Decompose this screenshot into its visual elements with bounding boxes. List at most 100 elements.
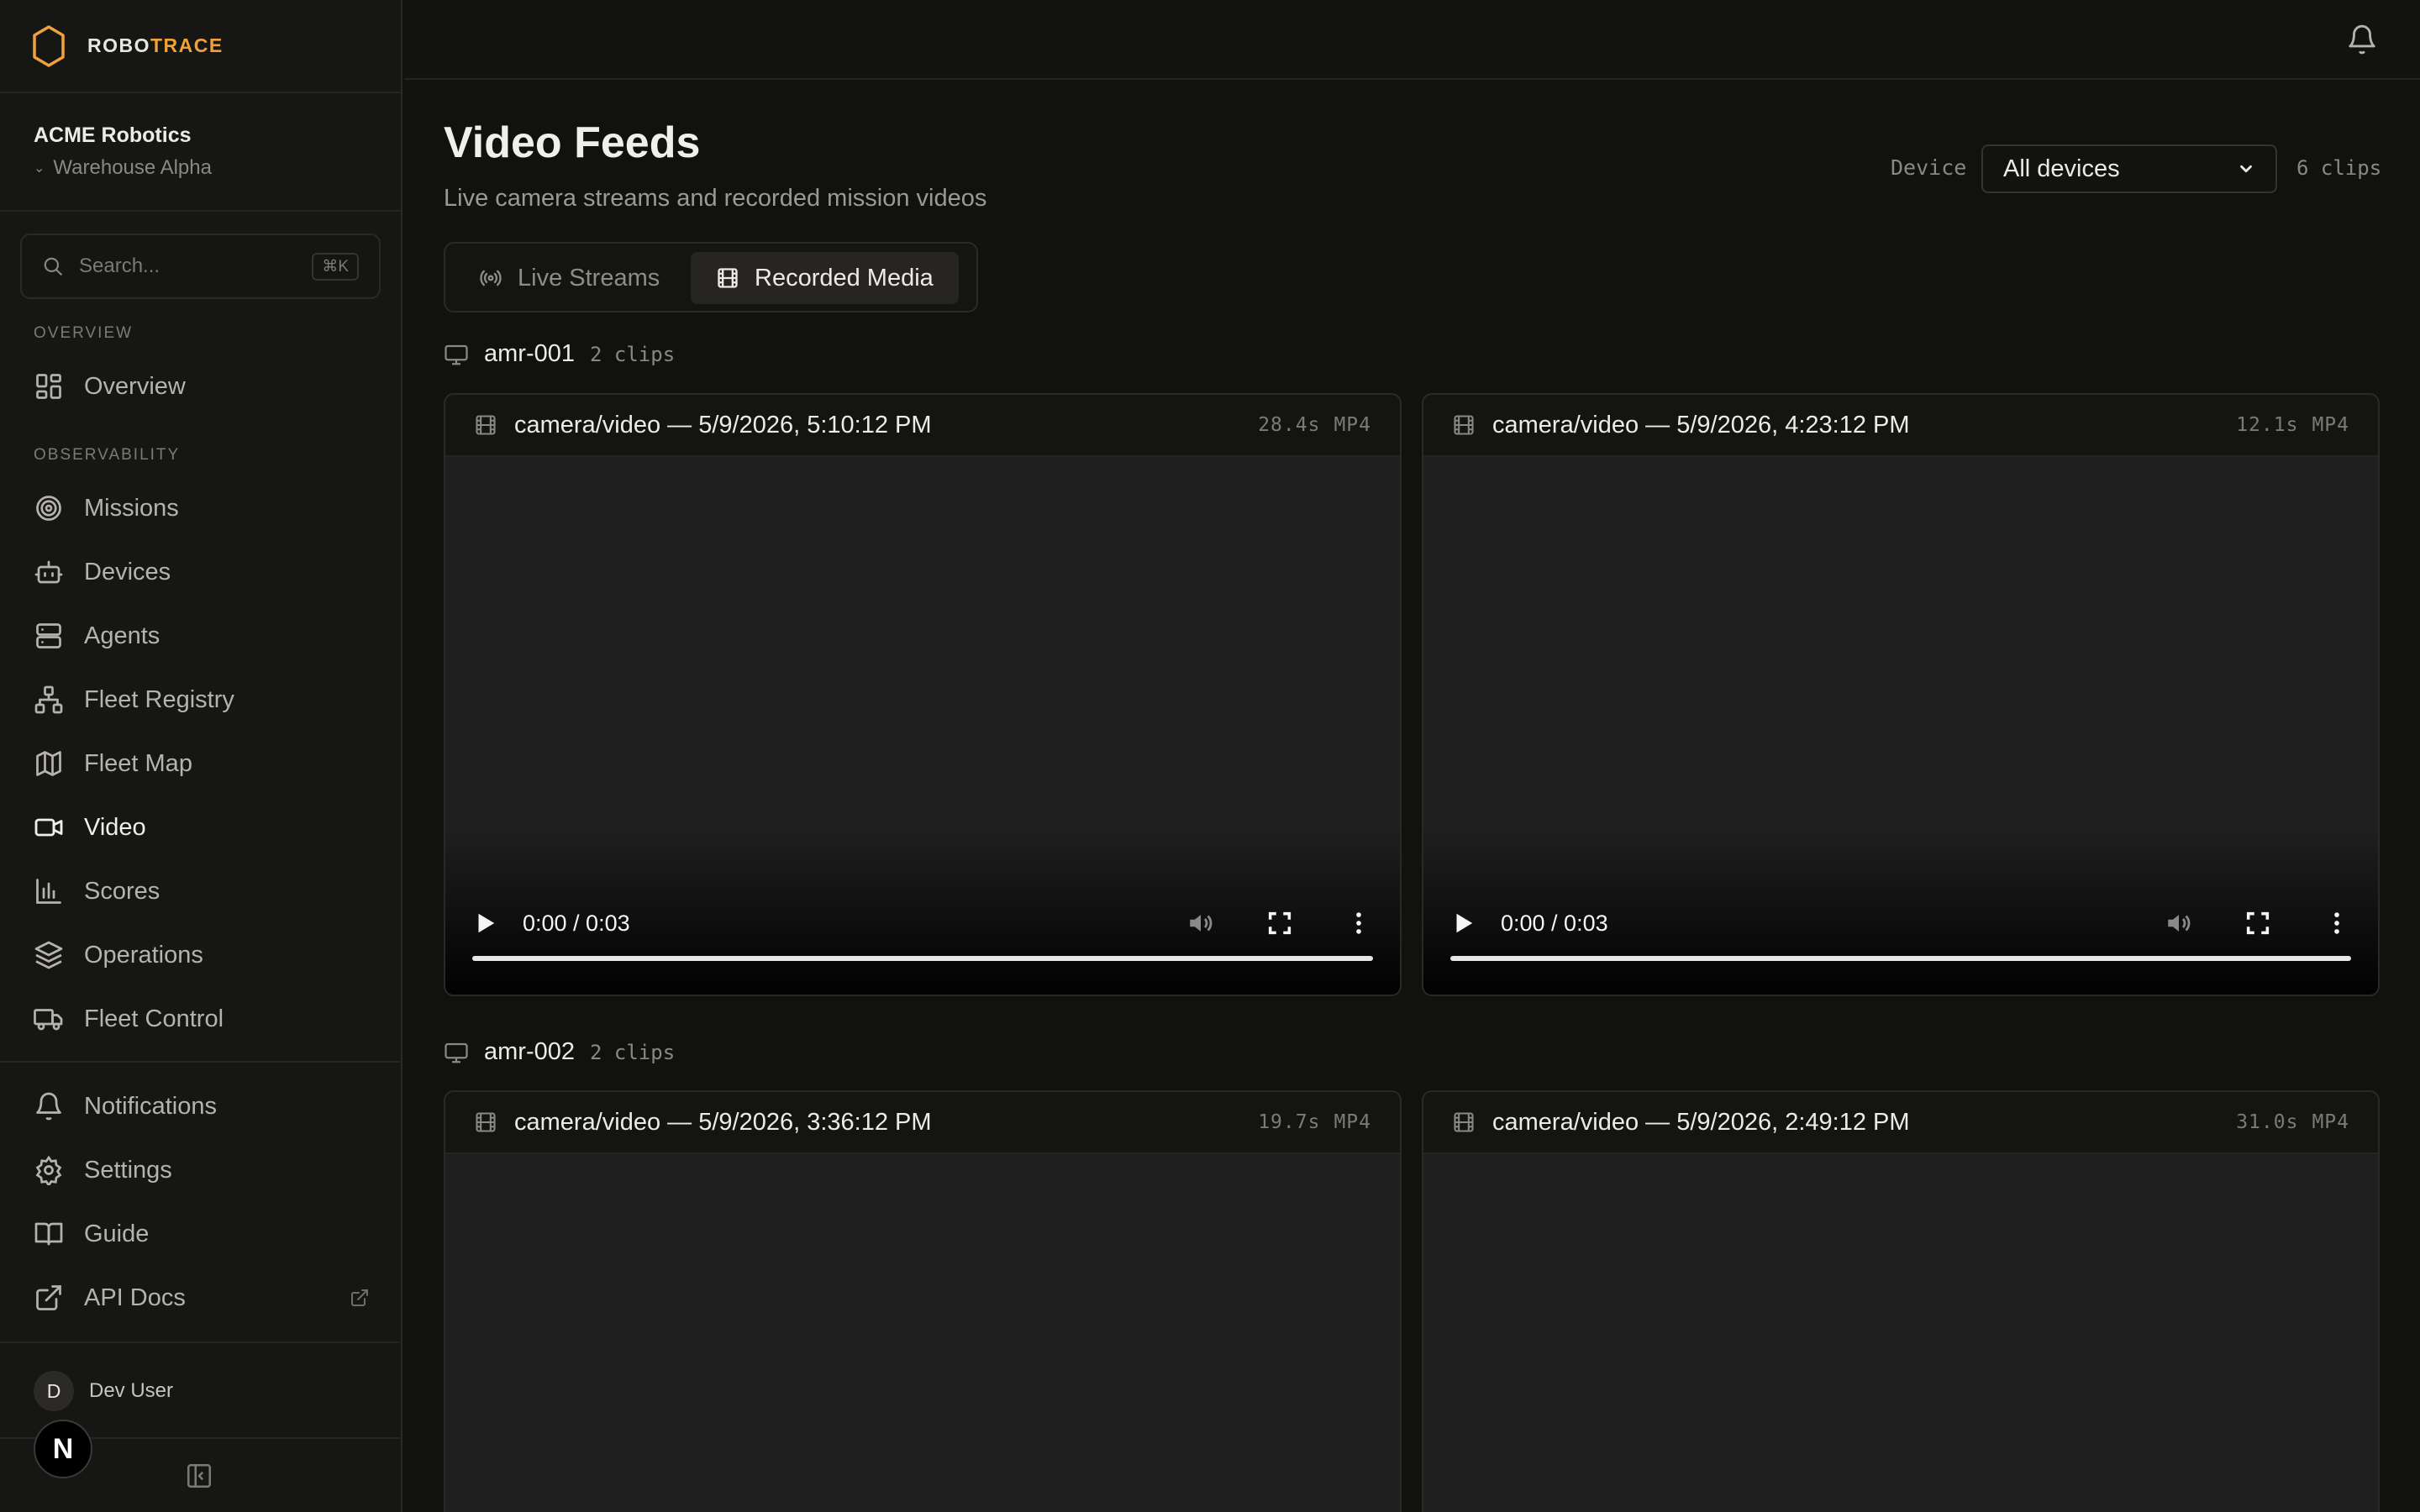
video-player[interactable]: 0:00 / 0:03 [1423, 457, 2378, 995]
sidebar-item-guide[interactable]: Guide [34, 1209, 370, 1259]
film-icon [718, 268, 738, 288]
sidebar-item-fleet-registry[interactable]: Fleet Registry [34, 675, 370, 725]
search-input[interactable]: Search... ⌘K [20, 234, 381, 299]
user-name: Dev User [89, 1379, 174, 1402]
broadcast-icon [480, 270, 502, 286]
mute-button[interactable] [2165, 909, 2193, 937]
org-switcher[interactable]: ACME Robotics ⌄ Warehouse Alpha [0, 93, 401, 212]
film-icon [476, 1112, 496, 1132]
external-link-icon [351, 1289, 368, 1306]
sidebar-item-label: Fleet Registry [84, 685, 234, 713]
volume-icon [1190, 915, 1213, 932]
clip-header: camera/video — 5/9/2026, 5:10:12 PM 28.4… [445, 395, 1400, 457]
clip-format: MP4 [2312, 414, 2349, 436]
avatar: D [34, 1371, 74, 1411]
sidebar-item-notifications[interactable]: Notifications [34, 1081, 370, 1131]
sidebar-item-fleet-control[interactable]: Fleet Control [34, 994, 370, 1044]
sidebar-item-missions[interactable]: Missions [34, 483, 370, 533]
sidebar-item-label: API Docs [84, 1284, 186, 1311]
book-icon [34, 1222, 63, 1246]
video-player[interactable] [1423, 1154, 2378, 1512]
dev-tools-badge[interactable]: N [34, 1420, 92, 1478]
section-label-overview: OVERVIEW [34, 324, 134, 342]
sidebar-item-label: Fleet Map [84, 749, 192, 777]
video-controls-right [2114, 909, 2351, 937]
robot-icon [34, 560, 63, 584]
search-shortcut: ⌘K [312, 252, 359, 281]
video-player[interactable]: 0:00 / 0:03 [445, 457, 1400, 995]
play-icon[interactable] [1450, 911, 1476, 936]
sidebar-collapse-icon[interactable] [185, 1462, 213, 1490]
sidebar-item-label: Settings [84, 1156, 172, 1184]
clip-meta: 19.7s MP4 [1258, 1111, 1371, 1133]
tab-recorded-media[interactable]: Recorded Media [691, 252, 959, 304]
brand[interactable]: ROBOTRACE [0, 0, 401, 93]
more-vertical-icon [1356, 912, 1361, 934]
fullscreen-button[interactable] [1265, 909, 1294, 937]
video-controls-right [1136, 909, 1373, 937]
clip-duration: 19.7s [1258, 1111, 1321, 1133]
sidebar-item-label: Guide [84, 1220, 150, 1247]
clip-duration: 28.4s [1258, 414, 1321, 436]
tab-live-streams[interactable]: Live Streams [454, 252, 685, 304]
fullscreen-icon [1268, 911, 1292, 935]
sidebar-item-label: Missions [84, 494, 179, 522]
device-group-count: 2 clips [590, 342, 676, 366]
more-options-button[interactable] [1344, 909, 1373, 937]
target-icon [36, 496, 61, 521]
map-icon [36, 751, 61, 776]
sidebar-item-overview[interactable]: Overview [34, 361, 370, 412]
notifications-bell-icon[interactable] [2346, 24, 2378, 55]
search-placeholder: Search... [79, 255, 160, 277]
clip-meta: 28.4s MP4 [1258, 414, 1371, 436]
page-subtitle: Live camera streams and recorded mission… [444, 185, 987, 212]
layers-icon [34, 941, 63, 969]
clip-header: camera/video — 5/9/2026, 4:23:12 PM 12.1… [1423, 395, 2378, 457]
sidebar-item-label: Scores [84, 877, 160, 905]
tab-label: Recorded Media [755, 264, 934, 291]
video-clip-card: camera/video — 5/9/2026, 4:23:12 PM 12.1… [1422, 393, 2380, 996]
site-selector[interactable]: ⌄ Warehouse Alpha [34, 156, 401, 180]
video-progress-bar[interactable] [1450, 956, 2351, 961]
sidebar-item-label: Agents [84, 622, 160, 649]
clip-duration: 12.1s [2236, 414, 2299, 436]
device-group-name: amr-001 [484, 340, 575, 367]
sidebar-item-video[interactable]: Video [34, 802, 370, 853]
sidebar-item-operations[interactable]: Operations [34, 930, 370, 980]
sidebar-item-devices[interactable]: Devices [34, 547, 370, 597]
video-controls: 0:00 / 0:03 [1450, 902, 2351, 944]
sidebar-item-label: Notifications [84, 1092, 217, 1120]
video-controls: 0:00 / 0:03 [472, 902, 1373, 944]
sidebar-item-settings[interactable]: Settings [34, 1145, 370, 1195]
sidebar-item-fleet-map[interactable]: Fleet Map [34, 738, 370, 789]
video-clip-card: camera/video — 5/9/2026, 5:10:12 PM 28.4… [444, 393, 1402, 996]
monitor-icon [445, 344, 468, 365]
play-icon[interactable] [472, 911, 497, 936]
video-progress-bar[interactable] [472, 956, 1373, 961]
section-label-observability: OBSERVABILITY [34, 446, 181, 464]
more-options-button[interactable] [2323, 909, 2351, 937]
user-menu[interactable]: D Dev User [34, 1371, 173, 1411]
sidebar-item-label: Operations [84, 941, 203, 969]
video-player[interactable] [445, 1154, 1400, 1512]
top-bar [404, 0, 2420, 80]
sidebar-item-agents[interactable]: Agents [34, 611, 370, 661]
clip-format: MP4 [1334, 414, 1371, 436]
sidebar-item-api-docs[interactable]: API Docs [34, 1273, 370, 1323]
film-icon [1454, 415, 1474, 435]
mute-button[interactable] [1186, 909, 1215, 937]
video-icon [34, 818, 63, 837]
device-select[interactable]: All devices [1981, 144, 2277, 193]
monitor-icon [445, 1042, 468, 1063]
bell-icon [36, 1092, 61, 1121]
clip-title: camera/video — 5/9/2026, 5:10:12 PM [514, 411, 932, 438]
video-time: 0:00 / 0:03 [1501, 910, 1608, 936]
org-name: ACME Robotics [34, 123, 192, 147]
sidebar-item-scores[interactable]: Scores [34, 866, 370, 916]
film-icon [476, 415, 496, 435]
sidebar-item-label: Video [84, 813, 146, 841]
external-link-box-icon [36, 1285, 61, 1310]
video-clip-card: camera/video — 5/9/2026, 3:36:12 PM 19.7… [444, 1090, 1402, 1512]
fullscreen-button[interactable] [2244, 909, 2272, 937]
clip-title: camera/video — 5/9/2026, 2:49:12 PM [1492, 1108, 1910, 1136]
